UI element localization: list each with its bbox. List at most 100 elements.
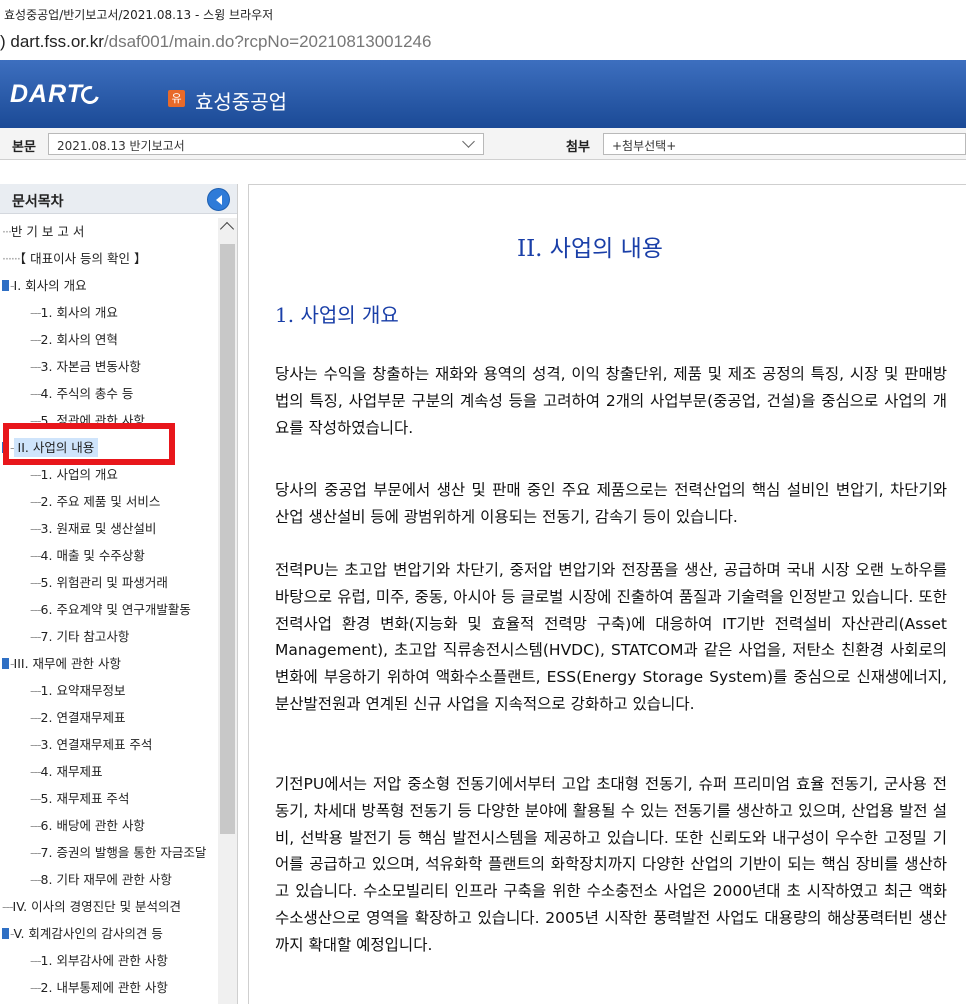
document-content: II. 사업의 내용 1. 사업의 개요 당사는 수익을 창출하는 재화와 용역… [248, 184, 966, 1004]
toc-item-label: 반 기 보 고 서 [10, 224, 85, 239]
toc-item-label: 4. 주식의 총수 등 [40, 386, 134, 401]
toc-item[interactable]: ---1. 회사의 개요 [0, 299, 218, 326]
toc-item[interactable]: ---IV. 이사의 경영진단 및 분석의견 [0, 893, 218, 920]
section-title: 1. 사업의 개요 [275, 303, 399, 327]
toc-item-label: 1. 요약재무정보 [40, 683, 126, 698]
toc-connector: --- [30, 629, 42, 644]
toc-item-label: 2. 회사의 연혁 [40, 332, 118, 347]
paragraph-4: 기전PU에서는 저압 중소형 전동기에서부터 고압 초대형 전동기, 슈퍼 프리… [275, 775, 947, 954]
toc-item-label: 5. 위험관리 및 파생거래 [40, 575, 168, 590]
toc-connector: --- [30, 494, 42, 509]
toc-item[interactable]: ---4. 주식의 총수 등 [0, 380, 218, 407]
dart-logo-text: DART [10, 80, 83, 108]
toc-item-label: V. 회계감사인의 감사의견 등 [13, 926, 163, 941]
toc-item[interactable]: ---8. 기타 재무에 관한 사항 [0, 866, 218, 893]
report-select[interactable]: 2021.08.13 반기보고서 [48, 133, 484, 155]
attachment-select[interactable]: +첨부선택+ [603, 133, 966, 155]
toc-item-label: 2. 연결재무제표 [40, 710, 126, 725]
toc-item-label: 8. 기타 재무에 관한 사항 [40, 872, 172, 887]
toc-item[interactable]: ---6. 주요계약 및 연구개발활동 [0, 596, 218, 623]
url-host: dart.fss.or.kr [10, 32, 104, 51]
toc-item[interactable]: ---2. 주요 제품 및 서비스 [0, 488, 218, 515]
page-title: II. 사업의 내용 [517, 236, 663, 262]
toc-item[interactable]: ---1. 외부감사에 관한 사항 [0, 947, 218, 974]
toc-item[interactable]: ---5. 위험관리 및 파생거래 [0, 569, 218, 596]
toc-item[interactable]: ---1. 요약재무정보 [0, 677, 218, 704]
url-prefix: ) [0, 32, 11, 51]
toc-item-label: 【 대표이사 등의 확인 】 [19, 251, 147, 266]
toc-item[interactable]: ···반 기 보 고 서 [0, 218, 218, 245]
window-title-bar: 효성중공업/반기보고서/2021.08.13 - 스윙 브라우저 [0, 0, 966, 26]
toc-item[interactable]: -III. 재무에 관한 사항 [0, 650, 218, 677]
toc-item-label: 6. 주요계약 및 연구개발활동 [40, 602, 191, 617]
toc-connector: --- [30, 467, 42, 482]
toc-item[interactable]: ---2. 연결재무제표 [0, 704, 218, 731]
toc-item-label: 1. 회사의 개요 [40, 305, 118, 320]
toc-item[interactable]: ---5. 재무제표 주석 [0, 785, 218, 812]
scroll-up-arrow-icon[interactable] [219, 221, 235, 237]
toc-connector: --- [30, 872, 42, 887]
attachment-select-value: +첨부선택+ [612, 139, 677, 153]
toc-scroll-thumb[interactable] [220, 244, 235, 834]
toc-item[interactable]: ---4. 재무제표 [0, 758, 218, 785]
toc-item[interactable]: ---7. 기타 참고사항 [0, 623, 218, 650]
document-selector-bar: 본문 2021.08.13 반기보고서 첨부 +첨부선택+ [0, 128, 966, 160]
toc-item[interactable]: -I. 회사의 개요 [0, 272, 218, 299]
report-select-value: 2021.08.13 반기보고서 [57, 139, 185, 153]
toc-connector: ··· [2, 224, 12, 239]
toc-connector: --- [30, 791, 42, 806]
dart-logo[interactable]: DART [10, 80, 103, 109]
report-label: 본문 [12, 140, 36, 155]
toc-connector: --- [30, 305, 42, 320]
toc-item[interactable]: ---1. 사업의 개요 [0, 461, 218, 488]
toc-item[interactable]: ---3. 연결재무제표 주석 [0, 731, 218, 758]
toc-connector: ······ [2, 251, 21, 266]
toc-connector: --- [30, 818, 42, 833]
toc-item[interactable]: ---7. 증권의 발행을 통한 자금조달 [0, 839, 218, 866]
toc-item[interactable]: -V. 회계감사인의 감사의견 등 [0, 920, 218, 947]
toc-connector: --- [30, 548, 42, 563]
toc-connector: --- [30, 845, 42, 860]
toc-item[interactable]: ---2. 내부통제에 관한 사항 [0, 974, 218, 1001]
paragraph-2: 당사의 중공업 부문에서 생산 및 판매 중인 주요 제품으로는 전력산업의 핵… [275, 481, 947, 526]
toc-connector: --- [30, 953, 42, 968]
toc-connector: --- [30, 332, 42, 347]
toc-item-label: I. 회사의 개요 [13, 278, 87, 293]
toc-item-label: 5. 재무제표 주석 [40, 791, 130, 806]
toc-item-label: 2. 내부통제에 관한 사항 [40, 980, 168, 995]
toc-item[interactable]: ---3. 원재료 및 생산설비 [0, 515, 218, 542]
toc-item-label: 4. 매출 및 수주상황 [40, 548, 145, 563]
chevron-down-icon [462, 135, 475, 148]
toc-connector: --- [30, 521, 42, 536]
toc-connector: --- [30, 980, 42, 995]
toc-title: 문서목차 [12, 194, 64, 210]
toc-item-label: 1. 외부감사에 관한 사항 [40, 953, 168, 968]
attachment-label: 첨부 [566, 140, 590, 155]
red-highlight-box [3, 423, 175, 465]
dart-header: DART 유 효성중공업 [0, 60, 966, 128]
toc-item-label: 3. 자본금 변동사항 [40, 359, 141, 374]
toc-item-label: 7. 증권의 발행을 통한 자금조달 [40, 845, 207, 860]
collapse-panel-icon[interactable] [207, 188, 230, 211]
toc-item[interactable]: ---4. 매출 및 수주상황 [0, 542, 218, 569]
address-bar[interactable]: ) dart.fss.or.kr/dsaf001/main.do?rcpNo=2… [0, 26, 966, 60]
toc-item[interactable]: ······【 대표이사 등의 확인 】 [0, 245, 218, 272]
toc-item-label: 3. 연결재무제표 주석 [40, 737, 153, 752]
toc-item[interactable]: ---3. 자본금 변동사항 [0, 353, 218, 380]
toc-connector: --- [30, 359, 42, 374]
toc-list: ···반 기 보 고 서 ······【 대표이사 등의 확인 】 -I. 회사의 … [0, 218, 218, 1001]
toc-item[interactable]: ---2. 회사의 연혁 [0, 326, 218, 353]
toc-connector: --- [30, 575, 42, 590]
toc-connector: --- [2, 899, 14, 914]
toc-item-label: 7. 기타 참고사항 [40, 629, 130, 644]
toc-item-label: 6. 배당에 관한 사항 [40, 818, 145, 833]
toc-item-label: 3. 원재료 및 생산설비 [40, 521, 157, 536]
company-name: 효성중공업 [195, 90, 287, 114]
toc-item-label: III. 재무에 관한 사항 [13, 656, 121, 671]
toc-scrollbar[interactable] [218, 218, 237, 1004]
expand-icon[interactable] [2, 280, 9, 291]
expand-icon[interactable] [2, 928, 9, 939]
corp-type-badge: 유 [168, 90, 185, 107]
toc-item[interactable]: ---6. 배당에 관한 사항 [0, 812, 218, 839]
expand-icon[interactable] [2, 658, 9, 669]
